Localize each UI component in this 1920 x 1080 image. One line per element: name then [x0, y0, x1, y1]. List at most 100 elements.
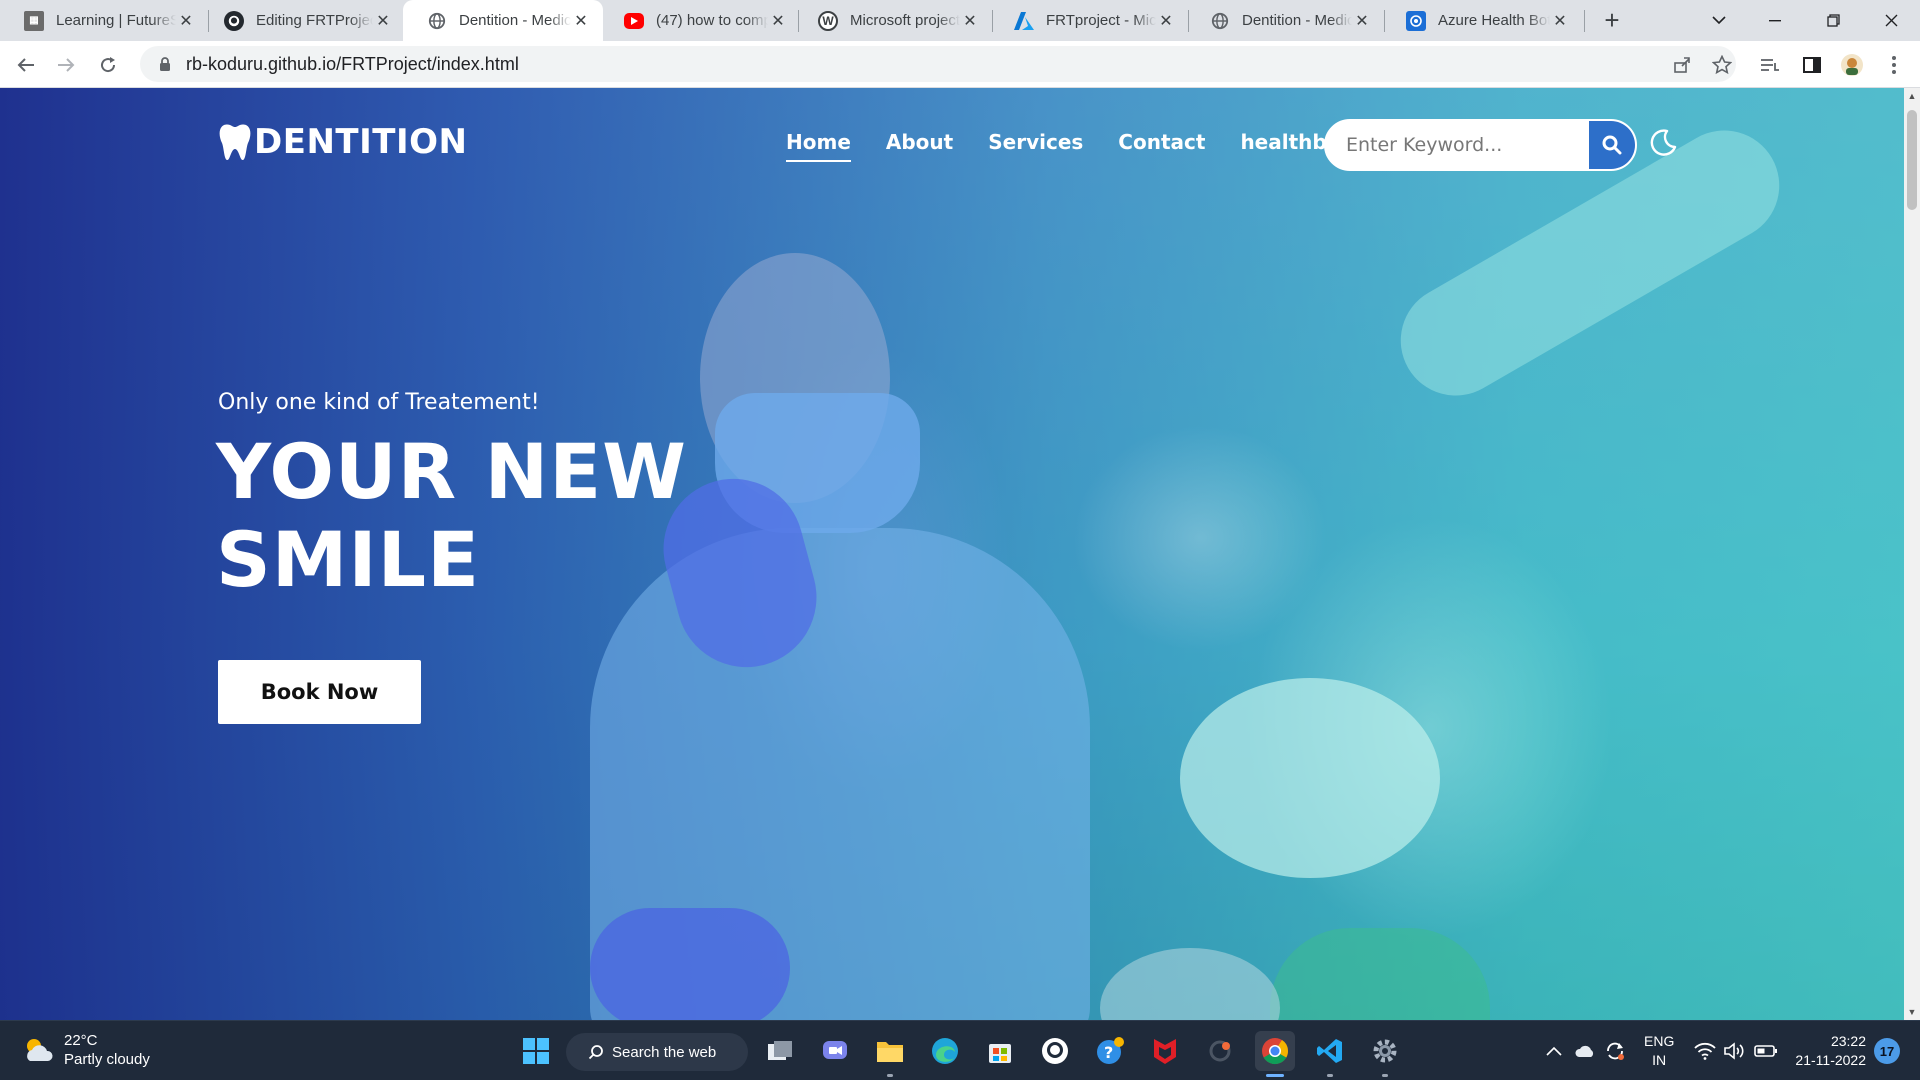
sync-icon[interactable]	[1604, 1021, 1626, 1080]
site-search	[1324, 119, 1637, 171]
chrome-icon[interactable]	[1255, 1031, 1295, 1077]
nav-contact[interactable]: Contact	[1118, 122, 1205, 162]
tab-search-icon[interactable]	[1696, 0, 1742, 41]
browser-tab[interactable]: ▦ Learning | FutureSkills ✕	[0, 0, 208, 41]
wordpress-icon: W	[818, 10, 838, 31]
browser-tab-active[interactable]: Dentition - Medical ✕	[403, 0, 603, 41]
mcafee-icon[interactable]	[1145, 1031, 1185, 1071]
search-icon	[1602, 135, 1622, 155]
moon-icon	[1650, 129, 1677, 156]
browser-toolbar: rb-koduru.github.io/FRTProject/index.htm…	[0, 41, 1920, 88]
browser-tab[interactable]: W Microsoft project ✕	[794, 0, 992, 41]
back-icon[interactable]	[8, 47, 44, 83]
settings-gear-icon[interactable]	[1365, 1031, 1405, 1077]
globe-icon	[427, 11, 447, 31]
clock-date: 21-11-2022	[1795, 1052, 1866, 1068]
scrollbar-thumb[interactable]	[1907, 110, 1917, 210]
notification-badge[interactable]: 17	[1874, 1038, 1900, 1064]
taskbar-search[interactable]: Search the web	[566, 1033, 748, 1071]
file-explorer-icon[interactable]	[870, 1031, 910, 1077]
volume-icon[interactable]	[1724, 1021, 1746, 1080]
tab-title: Microsoft project	[850, 12, 960, 29]
windows-taskbar: 22°C Partly cloudy Search the web ? ENG …	[0, 1020, 1920, 1080]
teams-chat-icon[interactable]	[815, 1031, 855, 1071]
tab-title: Editing FRTProject	[256, 12, 373, 29]
close-tab-icon[interactable]: ✕	[176, 11, 196, 31]
browser-tab[interactable]: (47) how to compress ✕	[600, 0, 800, 41]
running-indicator	[887, 1074, 893, 1077]
search-icon	[588, 1045, 603, 1060]
tab-title: Azure Health Bot	[1438, 12, 1550, 29]
logo-text: DENTITION	[254, 122, 468, 162]
browser-tab[interactable]: FRTproject - Microsoft ✕	[990, 0, 1188, 41]
tab-title: Dentition - Medical	[459, 12, 571, 29]
svg-text:?: ?	[1104, 1043, 1113, 1062]
side-panel-icon[interactable]	[1794, 47, 1830, 83]
running-indicator	[1382, 1074, 1388, 1077]
scroll-up-arrow-icon[interactable]: ▲	[1904, 88, 1920, 104]
weather-widget[interactable]: 22°C Partly cloudy	[22, 1031, 150, 1069]
system-clock[interactable]: 23:22 21-11-2022	[1794, 1032, 1866, 1070]
wifi-icon[interactable]	[1694, 1021, 1716, 1080]
close-tab-icon[interactable]: ✕	[960, 11, 980, 31]
lock-icon[interactable]	[150, 56, 180, 72]
minimize-icon[interactable]	[1752, 0, 1798, 41]
start-button[interactable]	[516, 1031, 556, 1071]
close-window-icon[interactable]	[1868, 0, 1914, 41]
close-tab-icon[interactable]: ✕	[768, 11, 788, 31]
hero-headline: YOUR NEW SMILE	[216, 428, 776, 604]
close-tab-icon[interactable]: ✕	[1156, 11, 1176, 31]
search-button[interactable]	[1589, 121, 1635, 169]
browser-tab[interactable]: Editing FRTProject ✕	[200, 0, 405, 41]
restore-icon[interactable]	[1810, 0, 1856, 41]
input-language[interactable]: ENG IN	[1644, 1032, 1674, 1070]
reload-icon[interactable]	[90, 47, 126, 83]
bookmark-star-icon[interactable]	[1704, 47, 1740, 83]
app-icon[interactable]	[1200, 1031, 1240, 1071]
profile-avatar[interactable]	[1834, 47, 1870, 83]
scroll-down-arrow-icon[interactable]: ▼	[1904, 1004, 1920, 1020]
running-indicator	[1266, 1074, 1284, 1077]
nav-home[interactable]: Home	[786, 122, 851, 162]
task-view-icon[interactable]	[760, 1031, 800, 1071]
edge-browser-icon[interactable]	[925, 1031, 965, 1071]
site-logo[interactable]: DENTITION	[218, 122, 467, 162]
running-indicator	[1327, 1074, 1333, 1077]
browser-tab[interactable]: Azure Health Bot ✕	[1382, 0, 1582, 41]
weather-desc: Partly cloudy	[64, 1051, 150, 1068]
tab-title: Dentition - Medical	[1242, 12, 1352, 29]
forward-icon[interactable]	[48, 47, 84, 83]
search-input[interactable]	[1326, 121, 1589, 169]
book-now-button[interactable]: Book Now	[218, 660, 421, 724]
close-tab-icon[interactable]: ✕	[571, 11, 591, 31]
page-scrollbar[interactable]: ▲ ▼	[1904, 88, 1920, 1020]
new-tab-icon[interactable]: +	[1598, 5, 1626, 35]
microsoft-store-icon[interactable]	[980, 1031, 1020, 1071]
azure-icon	[1014, 11, 1034, 31]
hero-photo-dental-lamp	[1180, 678, 1440, 878]
vscode-icon[interactable]	[1310, 1031, 1350, 1077]
health-bot-icon	[1406, 10, 1426, 31]
tray-overflow-icon[interactable]	[1546, 1021, 1562, 1080]
tab-title: Learning | FutureSkills	[56, 12, 176, 29]
reading-list-icon[interactable]	[1752, 47, 1788, 83]
dark-mode-toggle[interactable]	[1648, 128, 1678, 158]
chrome-menu-icon[interactable]	[1876, 47, 1912, 83]
page-viewport: DENTITION Home About Services Contact he…	[0, 88, 1904, 1020]
nav-about[interactable]: About	[886, 122, 953, 162]
browser-tab[interactable]: Dentition - Medical ✕	[1186, 0, 1384, 41]
partly-cloudy-icon	[27, 1039, 53, 1061]
address-bar[interactable]: rb-koduru.github.io/FRTProject/index.htm…	[140, 46, 1736, 82]
onedrive-cloud-icon[interactable]	[1574, 1021, 1596, 1080]
battery-icon[interactable]	[1754, 1021, 1778, 1080]
tab-title: FRTproject - Microsoft	[1046, 12, 1156, 29]
tab-separator	[1584, 10, 1585, 32]
close-tab-icon[interactable]: ✕	[1352, 11, 1372, 31]
get-help-icon[interactable]: ?	[1090, 1031, 1130, 1071]
close-tab-icon[interactable]: ✕	[373, 11, 393, 31]
youtube-icon	[624, 12, 644, 29]
close-tab-icon[interactable]: ✕	[1550, 11, 1570, 31]
share-icon[interactable]	[1664, 47, 1700, 83]
nav-services[interactable]: Services	[988, 122, 1083, 162]
github-desktop-icon[interactable]	[1035, 1031, 1075, 1071]
